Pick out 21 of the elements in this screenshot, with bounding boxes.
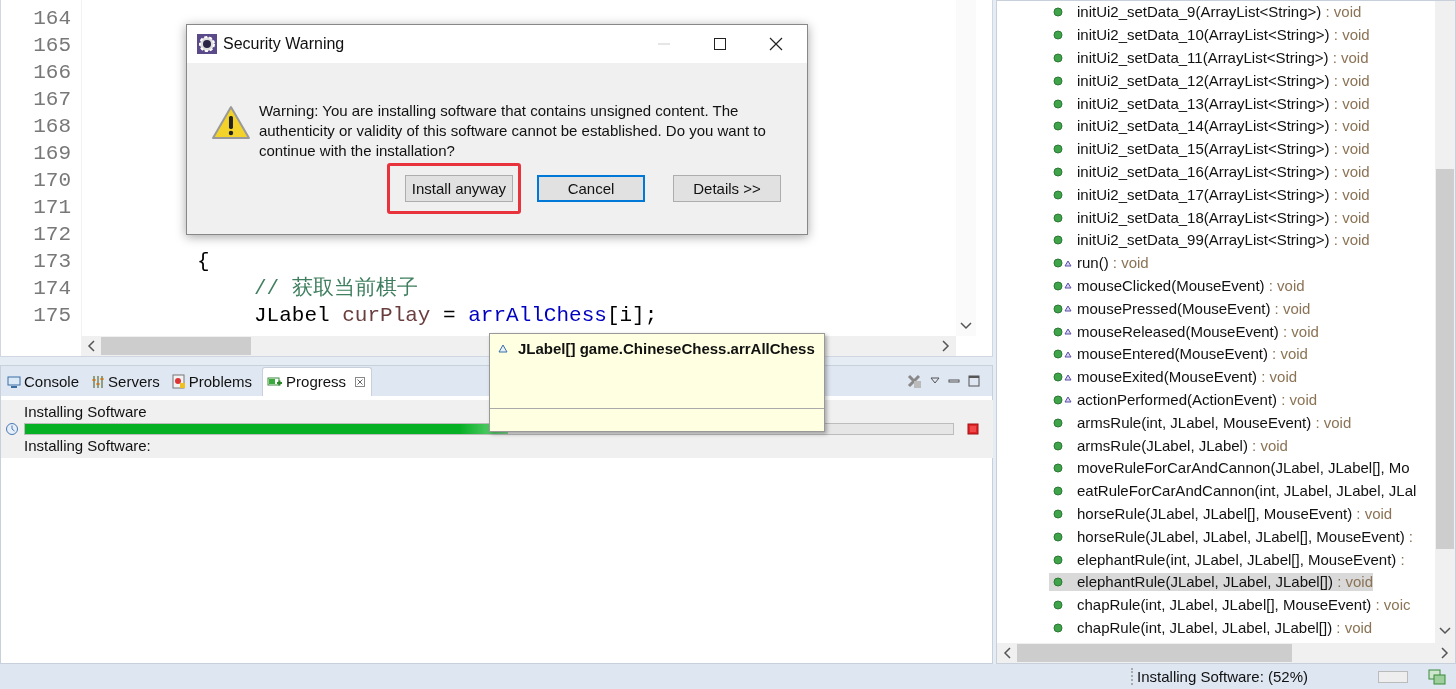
line-number: 171 xyxy=(32,195,72,221)
line-number: 175 xyxy=(32,303,72,329)
status-text: Installing Software: (52%) xyxy=(1131,668,1308,685)
line-number: 169 xyxy=(32,141,72,167)
job-detail: Installing Software: xyxy=(23,436,152,456)
code-line: // 获取当前棋子 xyxy=(253,277,418,300)
line-number: 164 xyxy=(32,6,72,32)
tooltip-text: JLabel[] game.ChineseChess.arrAllChess xyxy=(518,340,815,357)
window-title: Security Warning xyxy=(223,35,345,53)
line-number: 174 xyxy=(32,276,72,302)
line-number: 167 xyxy=(32,87,72,113)
line-number: 170 xyxy=(32,168,72,194)
line-number: 166 xyxy=(32,60,72,86)
code-line: JLabel curPlay = arrAllChess[i]; xyxy=(253,304,658,327)
job-title: Installing Software xyxy=(23,402,148,422)
warning-message: Warning: You are installing software that contains unsigned content. The authenticity or validity of this software cannot be established. Do you want to continue with the installation? xyxy=(258,101,767,161)
code-line: { xyxy=(196,250,210,273)
line-number: 165 xyxy=(32,33,72,59)
line-number: 172 xyxy=(32,222,72,248)
line-number: 173 xyxy=(32,249,72,275)
line-number: 168 xyxy=(32,114,72,140)
